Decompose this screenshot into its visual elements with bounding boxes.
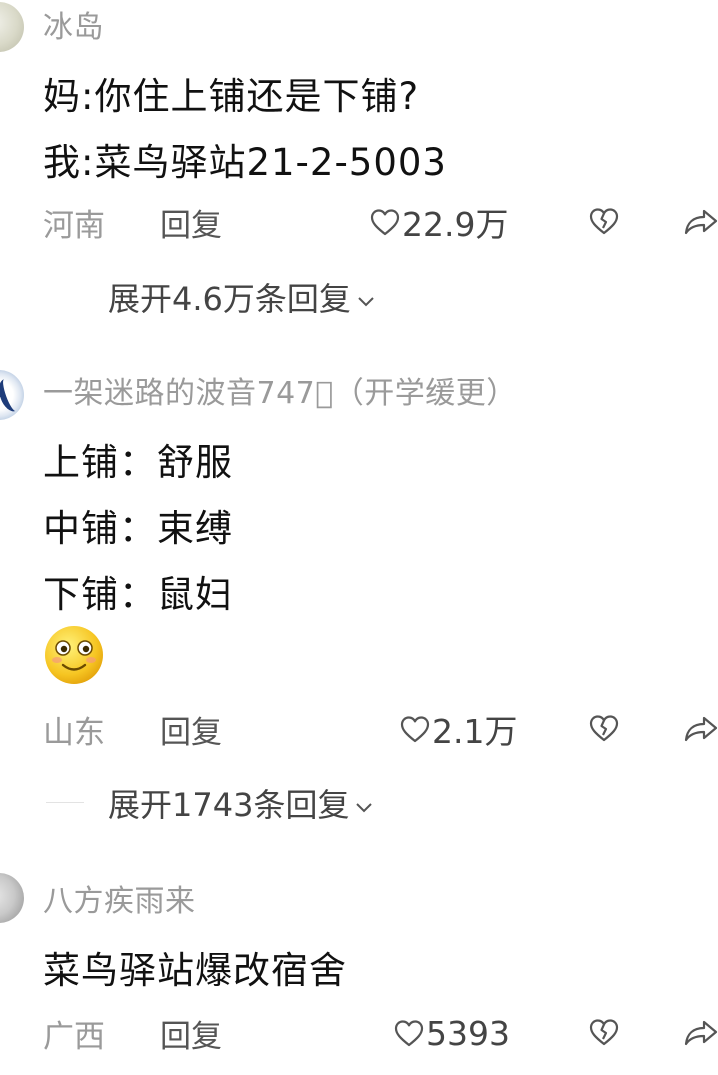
expand-divider — [46, 802, 84, 803]
like-count: 5393 — [426, 1013, 510, 1053]
expand-replies-label: 展开4.6万条回复 — [108, 280, 351, 318]
comment-text-line: 下铺：鼠妇 — [43, 573, 233, 616]
chevron-down-icon — [357, 278, 375, 316]
reply-button[interactable]: 回复 — [160, 1011, 222, 1056]
reply-button[interactable]: 回复 — [160, 200, 222, 245]
broken-heart-icon[interactable] — [588, 1017, 620, 1047]
expand-replies-label: 展开1743条回复 — [108, 786, 350, 824]
comment-meta-row: 广西 回复 5393 — [0, 1011, 718, 1055]
like-count: 22.9万 — [402, 205, 509, 244]
comment-location: 广西 — [43, 1019, 105, 1055]
heart-outline-icon — [370, 208, 400, 236]
comment-text-line: 中铺：束缚 — [43, 507, 233, 550]
like-button[interactable]: 22.9万 — [370, 200, 508, 244]
comment-text-line: 妈:你住上铺还是下铺? — [43, 75, 420, 118]
comment-text-line: 上铺：舒服 — [43, 441, 233, 484]
like-count: 2.1万 — [432, 712, 518, 751]
expand-replies-row: 展开1743条回复 — [0, 780, 718, 824]
comment-meta-row: 河南 回复 22.9万 — [0, 200, 718, 244]
share-arrow-icon[interactable] — [684, 715, 718, 743]
broken-heart-icon[interactable] — [588, 713, 620, 743]
chevron-down-icon — [355, 784, 373, 822]
comment-username[interactable]: 一架迷路的波音747􀀀（开学缓更） — [43, 368, 517, 412]
expand-replies-button[interactable]: 展开1743条回复 — [108, 780, 373, 826]
comment-text-line: 我:菜鸟驿站21-2-5003 — [43, 141, 447, 184]
comment-text-line: 菜鸟驿站爆改宿舍 — [43, 949, 347, 992]
share-arrow-icon[interactable] — [684, 1019, 718, 1047]
broken-heart-icon[interactable] — [588, 206, 620, 236]
share-arrow-icon[interactable] — [684, 208, 718, 236]
avatar[interactable] — [0, 370, 24, 420]
comment-meta-row: 山东 回复 2.1万 — [0, 707, 718, 751]
avatar[interactable] — [0, 873, 24, 923]
heart-outline-icon — [400, 715, 430, 743]
smiling-face-emoji — [43, 624, 105, 686]
like-button[interactable]: 2.1万 — [400, 707, 517, 751]
expand-replies-button[interactable]: 展开4.6万条回复 — [108, 274, 375, 320]
reply-button[interactable]: 回复 — [160, 707, 222, 752]
avatar[interactable] — [0, 2, 24, 52]
like-button[interactable]: 5393 — [394, 1011, 510, 1055]
comment-location: 山东 — [43, 715, 105, 751]
comment-location: 河南 — [43, 208, 105, 244]
expand-replies-row: 展开4.6万条回复 — [0, 274, 718, 318]
comment-username[interactable]: 八方疾雨来 — [43, 876, 196, 920]
comment-username[interactable]: 冰岛 — [43, 2, 104, 46]
heart-outline-icon — [394, 1019, 424, 1047]
